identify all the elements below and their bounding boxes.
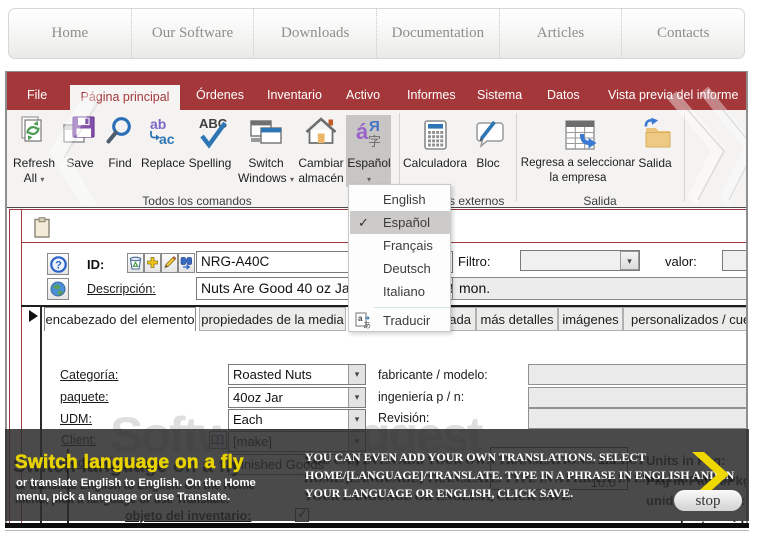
svg-text:?: ? — [55, 260, 62, 272]
svg-text:あ: あ — [363, 321, 371, 329]
svg-text:ab: ab — [150, 116, 166, 132]
svg-text:ac: ac — [159, 131, 175, 147]
